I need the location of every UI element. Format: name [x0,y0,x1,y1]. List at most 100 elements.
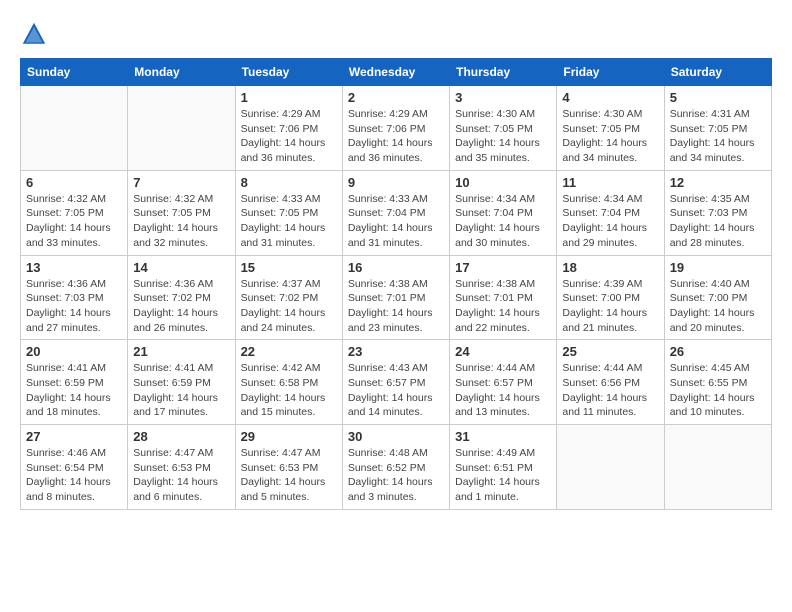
day-number: 1 [241,90,337,105]
day-number: 14 [133,260,229,275]
day-number: 18 [562,260,658,275]
day-info: Sunrise: 4:49 AM Sunset: 6:51 PM Dayligh… [455,446,551,505]
calendar-cell: 13 Sunrise: 4:36 AM Sunset: 7:03 PM Dayli… [21,255,128,340]
day-number: 16 [348,260,444,275]
calendar-cell: 17 Sunrise: 4:38 AM Sunset: 7:01 PM Dayli… [450,255,557,340]
day-number: 11 [562,175,658,190]
calendar-cell: 8 Sunrise: 4:33 AM Sunset: 7:05 PM Daylig… [235,170,342,255]
calendar-cell [128,86,235,171]
calendar-cell: 11 Sunrise: 4:34 AM Sunset: 7:04 PM Dayli… [557,170,664,255]
day-info: Sunrise: 4:29 AM Sunset: 7:06 PM Dayligh… [348,107,444,166]
calendar-cell: 28 Sunrise: 4:47 AM Sunset: 6:53 PM Dayli… [128,425,235,510]
calendar-cell: 23 Sunrise: 4:43 AM Sunset: 6:57 PM Dayli… [342,340,449,425]
day-info: Sunrise: 4:42 AM Sunset: 6:58 PM Dayligh… [241,361,337,420]
calendar-cell: 22 Sunrise: 4:42 AM Sunset: 6:58 PM Dayli… [235,340,342,425]
calendar-cell: 6Sunrise: 4:32 AM Sunset: 7:05 PM Daylig… [21,170,128,255]
day-info: Sunrise: 4:32 AM Sunset: 7:05 PM Dayligh… [133,192,229,251]
calendar-week-row: 27 Sunrise: 4:46 AM Sunset: 6:54 PM Dayli… [21,425,772,510]
day-of-week-header: Saturday [664,59,771,86]
day-of-week-header: Tuesday [235,59,342,86]
calendar-cell: 29 Sunrise: 4:47 AM Sunset: 6:53 PM Dayli… [235,425,342,510]
calendar-cell: 10 Sunrise: 4:34 AM Sunset: 7:04 PM Dayli… [450,170,557,255]
calendar-cell: 26Sunrise: 4:45 AM Sunset: 6:55 PM Dayli… [664,340,771,425]
calendar-week-row: 6Sunrise: 4:32 AM Sunset: 7:05 PM Daylig… [21,170,772,255]
day-info: Sunrise: 4:33 AM Sunset: 7:05 PM Dayligh… [241,192,337,251]
day-number: 27 [26,429,122,444]
day-info: Sunrise: 4:39 AM Sunset: 7:00 PM Dayligh… [562,277,658,336]
day-number: 22 [241,344,337,359]
day-info: Sunrise: 4:48 AM Sunset: 6:52 PM Dayligh… [348,446,444,505]
day-number: 10 [455,175,551,190]
day-number: 29 [241,429,337,444]
day-info: Sunrise: 4:38 AM Sunset: 7:01 PM Dayligh… [348,277,444,336]
day-info: Sunrise: 4:33 AM Sunset: 7:04 PM Dayligh… [348,192,444,251]
calendar-cell: 27 Sunrise: 4:46 AM Sunset: 6:54 PM Dayli… [21,425,128,510]
day-number: 8 [241,175,337,190]
day-info: Sunrise: 4:36 AM Sunset: 7:03 PM Dayligh… [26,277,122,336]
calendar-cell: 1Sunrise: 4:29 AM Sunset: 7:06 PM Daylig… [235,86,342,171]
day-number: 31 [455,429,551,444]
day-info: Sunrise: 4:37 AM Sunset: 7:02 PM Dayligh… [241,277,337,336]
day-info: Sunrise: 4:40 AM Sunset: 7:00 PM Dayligh… [670,277,766,336]
day-number: 12 [670,175,766,190]
calendar-cell: 15 Sunrise: 4:37 AM Sunset: 7:02 PM Dayli… [235,255,342,340]
day-number: 19 [670,260,766,275]
day-number: 5 [670,90,766,105]
calendar-week-row: 13 Sunrise: 4:36 AM Sunset: 7:03 PM Dayli… [21,255,772,340]
day-info: Sunrise: 4:46 AM Sunset: 6:54 PM Dayligh… [26,446,122,505]
day-number: 15 [241,260,337,275]
day-info: Sunrise: 4:41 AM Sunset: 6:59 PM Dayligh… [26,361,122,420]
logo-icon [20,20,48,48]
calendar-table: SundayMondayTuesdayWednesdayThursdayFrid… [20,58,772,510]
day-number: 3 [455,90,551,105]
day-info: Sunrise: 4:35 AM Sunset: 7:03 PM Dayligh… [670,192,766,251]
day-info: Sunrise: 4:44 AM Sunset: 6:56 PM Dayligh… [562,361,658,420]
calendar-cell: 21Sunrise: 4:41 AM Sunset: 6:59 PM Dayli… [128,340,235,425]
day-info: Sunrise: 4:44 AM Sunset: 6:57 PM Dayligh… [455,361,551,420]
calendar-cell: 18 Sunrise: 4:39 AM Sunset: 7:00 PM Dayli… [557,255,664,340]
calendar-cell: 14Sunrise: 4:36 AM Sunset: 7:02 PM Dayli… [128,255,235,340]
calendar-cell: 9 Sunrise: 4:33 AM Sunset: 7:04 PM Daylig… [342,170,449,255]
day-info: Sunrise: 4:30 AM Sunset: 7:05 PM Dayligh… [455,107,551,166]
page-header [20,20,772,48]
day-info: Sunrise: 4:38 AM Sunset: 7:01 PM Dayligh… [455,277,551,336]
day-info: Sunrise: 4:32 AM Sunset: 7:05 PM Dayligh… [26,192,122,251]
calendar-cell: 31 Sunrise: 4:49 AM Sunset: 6:51 PM Dayli… [450,425,557,510]
day-number: 23 [348,344,444,359]
calendar-cell: 4Sunrise: 4:30 AM Sunset: 7:05 PM Daylig… [557,86,664,171]
day-info: Sunrise: 4:31 AM Sunset: 7:05 PM Dayligh… [670,107,766,166]
day-number: 9 [348,175,444,190]
day-info: Sunrise: 4:43 AM Sunset: 6:57 PM Dayligh… [348,361,444,420]
calendar-week-row: 1 Sunrise: 4:29 AM Sunset: 7:06 PM Daylig… [21,86,772,171]
calendar-cell: 5 Sunrise: 4:31 AM Sunset: 7:05 PM Daylig… [664,86,771,171]
day-info: Sunrise: 4:34 AM Sunset: 7:04 PM Dayligh… [562,192,658,251]
day-number: 26 [670,344,766,359]
day-info: Sunrise: 4:34 AM Sunset: 7:04 PM Dayligh… [455,192,551,251]
day-number: 25 [562,344,658,359]
calendar-cell: 20Sunrise: 4:41 AM Sunset: 6:59 PM Dayli… [21,340,128,425]
day-number: 21 [133,344,229,359]
day-of-week-header: Monday [128,59,235,86]
calendar-cell [664,425,771,510]
day-number: 17 [455,260,551,275]
day-of-week-header: Sunday [21,59,128,86]
day-number: 13 [26,260,122,275]
day-of-week-header: Thursday [450,59,557,86]
calendar-cell [557,425,664,510]
calendar-header-row: SundayMondayTuesdayWednesdayThursdayFrid… [21,59,772,86]
day-number: 7 [133,175,229,190]
day-number: 28 [133,429,229,444]
calendar-cell: 2Sunrise: 4:29 AM Sunset: 7:06 PM Daylig… [342,86,449,171]
calendar-cell [21,86,128,171]
calendar-cell: 24 Sunrise: 4:44 AM Sunset: 6:57 PM Dayli… [450,340,557,425]
calendar-cell: 30Sunrise: 4:48 AM Sunset: 6:52 PM Dayli… [342,425,449,510]
day-info: Sunrise: 4:47 AM Sunset: 6:53 PM Dayligh… [241,446,337,505]
day-of-week-header: Friday [557,59,664,86]
day-of-week-header: Wednesday [342,59,449,86]
day-number: 4 [562,90,658,105]
calendar-cell: 12 Sunrise: 4:35 AM Sunset: 7:03 PM Dayli… [664,170,771,255]
day-number: 24 [455,344,551,359]
logo [20,20,52,48]
day-info: Sunrise: 4:47 AM Sunset: 6:53 PM Dayligh… [133,446,229,505]
calendar-cell: 16 Sunrise: 4:38 AM Sunset: 7:01 PM Dayli… [342,255,449,340]
